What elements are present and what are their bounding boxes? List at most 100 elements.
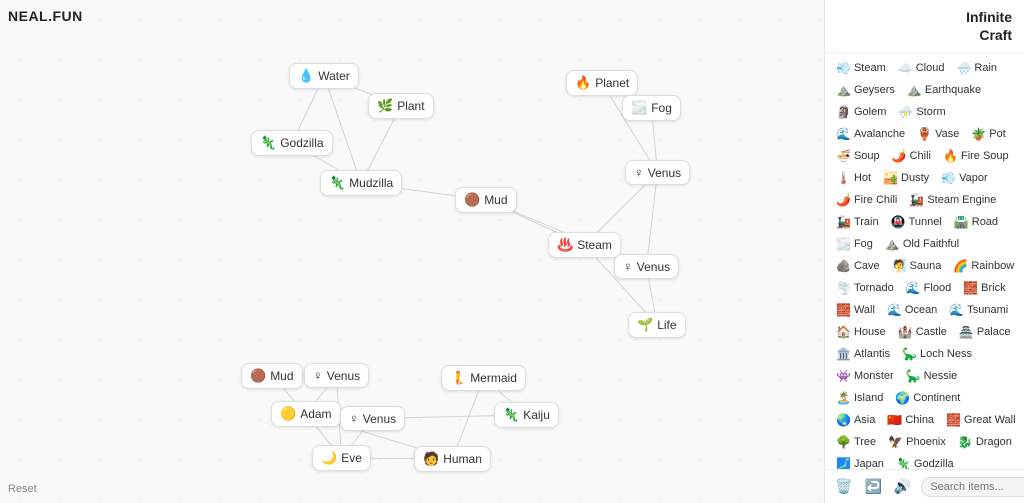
sidebar-row: 🌏Asia🇨🇳China🧱Great Wall: [825, 409, 1024, 431]
undo-button[interactable]: ↩️: [862, 476, 883, 497]
sidebar-item-godzilla[interactable]: 🦎Godzilla: [891, 455, 959, 469]
sidebar-item-golem[interactable]: 🗿Golem: [831, 103, 891, 121]
sidebar-item-ocean[interactable]: 🌊Ocean: [882, 301, 942, 319]
sidebar-item-palace[interactable]: 🏯Palace: [954, 323, 1016, 341]
sidebar-item-dragon[interactable]: 🐉Dragon: [953, 433, 1017, 451]
node-mud[interactable]: 🟤Mud: [455, 187, 517, 213]
node-human[interactable]: 🧑Human: [414, 446, 491, 472]
node-mudzilla[interactable]: 🦎Mudzilla: [320, 170, 402, 196]
node-mud2[interactable]: 🟤Mud: [241, 363, 303, 389]
sidebar-row: 🍜Soup🌶️Chili🔥Fire Soup: [825, 145, 1024, 167]
sidebar-item-geysers[interactable]: ⛰️Geysers: [831, 81, 900, 99]
sidebar-item-road[interactable]: 🛣️Road: [949, 213, 1003, 231]
canvas-area[interactable]: NEAL.FUN Reset 💧Water 🌿Plant 🦎Godzilla 🔥Pla…: [0, 0, 824, 503]
sidebar-item-fire-soup[interactable]: 🔥Fire Soup: [938, 147, 1014, 165]
sidebar-item-vapor[interactable]: 💨Vapor: [936, 169, 993, 187]
sidebar-row: 🌳Tree🦅Phoenix🐉Dragon: [825, 431, 1024, 453]
sidebar-row: 🌊Avalanche🏺Vase🪴Pot: [825, 123, 1024, 145]
sidebar-row: 🏛️Atlantis🦕Loch Ness: [825, 343, 1024, 365]
sidebar-item-fog[interactable]: 🌫️Fog: [831, 235, 878, 253]
node-fog[interactable]: 🌫️Fog: [622, 95, 681, 121]
sidebar-item-tunnel[interactable]: 🚇Tunnel: [886, 213, 947, 231]
sidebar-item-wall[interactable]: 🧱Wall: [831, 301, 880, 319]
sidebar-row: 🗾Japan🦎Godzilla: [825, 453, 1024, 469]
reset-button[interactable]: Reset: [8, 483, 37, 495]
sidebar-item-great-wall[interactable]: 🧱Great Wall: [941, 411, 1021, 429]
sidebar-item-avalanche[interactable]: 🌊Avalanche: [831, 125, 910, 143]
sidebar-row: 🧱Wall🌊Ocean🌊Tsunami: [825, 299, 1024, 321]
sidebar-item-rain[interactable]: 🌧️Rain: [951, 59, 1002, 77]
sidebar-item-monster[interactable]: 👾Monster: [831, 367, 899, 385]
node-planet[interactable]: 🔥Planet: [566, 70, 638, 96]
node-venus2[interactable]: ♀Venus: [614, 254, 679, 279]
sidebar-item-continent[interactable]: 🌍Continent: [890, 389, 965, 407]
sidebar-item-cloud[interactable]: ☁️Cloud: [893, 59, 950, 77]
sidebar-item-tornado[interactable]: 🌪️Tornado: [831, 279, 899, 297]
sidebar-item-train[interactable]: 🚂Train: [831, 213, 884, 231]
node-venus[interactable]: ♀Venus: [625, 160, 690, 185]
node-water[interactable]: 💧Water: [289, 63, 359, 89]
sidebar-footer: 🗑️ ↩️ 🔊: [825, 469, 1024, 503]
sidebar-item-steam-engine[interactable]: 🚂Steam Engine: [904, 191, 1001, 209]
sidebar-item-soup[interactable]: 🍜Soup: [831, 147, 885, 165]
sidebar-item-phoenix[interactable]: 🦅Phoenix: [883, 433, 951, 451]
sidebar-item-nessie[interactable]: 🦕Nessie: [901, 367, 963, 385]
sidebar-item-house[interactable]: 🏠House: [831, 323, 891, 341]
sidebar-row: 🪨Cave🧖Sauna🌈Rainbow: [825, 255, 1024, 277]
sidebar-item-flood[interactable]: 🌊Flood: [901, 279, 956, 297]
sidebar-row: 🗿Golem⛈️Storm: [825, 101, 1024, 123]
sidebar-item-castle[interactable]: 🏰Castle: [893, 323, 952, 341]
sidebar-item-asia[interactable]: 🌏Asia: [831, 411, 880, 429]
delete-button[interactable]: 🗑️: [833, 476, 854, 497]
node-eve[interactable]: 🌙Eve: [312, 445, 371, 471]
sidebar-item-china[interactable]: 🇨🇳China: [882, 411, 939, 429]
node-venus4[interactable]: ♀Venus: [340, 406, 405, 431]
sidebar-item-japan[interactable]: 🗾Japan: [831, 455, 889, 469]
node-plant[interactable]: 🌿Plant: [368, 93, 434, 119]
sidebar-row: 🌶️Fire Chili🚂Steam Engine: [825, 189, 1024, 211]
sidebar-item-dusty[interactable]: 🏜️Dusty: [878, 169, 934, 187]
sidebar-item-brick[interactable]: 🧱Brick: [958, 279, 1010, 297]
brand: Infinite Craft: [837, 8, 1012, 44]
sidebar-item-atlantis[interactable]: 🏛️Atlantis: [831, 345, 895, 363]
sidebar-row: 🏠House🏰Castle🏯Palace: [825, 321, 1024, 343]
sidebar-row: 💨Steam☁️Cloud🌧️Rain: [825, 57, 1024, 79]
sidebar-item-earthquake[interactable]: ⛰️Earthquake: [902, 81, 986, 99]
sidebar-item-hot[interactable]: 🌡️Hot: [831, 169, 876, 187]
node-adam[interactable]: 🟡Adam: [271, 401, 341, 427]
sidebar-item-fire-chili[interactable]: 🌶️Fire Chili: [831, 191, 902, 209]
node-life[interactable]: 🌱Life: [628, 312, 686, 338]
sidebar-item-sauna[interactable]: 🧖Sauna: [887, 257, 947, 275]
sidebar-row: 👾Monster🦕Nessie: [825, 365, 1024, 387]
sidebar-item-chili[interactable]: 🌶️Chili: [887, 147, 936, 165]
sidebar-header: Infinite Craft: [825, 0, 1024, 53]
node-venus3[interactable]: ♀Venus: [304, 363, 369, 388]
node-mermaid[interactable]: 🧜Mermaid: [441, 365, 526, 391]
sidebar-row: 🚂Train🚇Tunnel🛣️Road: [825, 211, 1024, 233]
sidebar-item-island[interactable]: 🏝️Island: [831, 389, 888, 407]
sidebar-item-vase[interactable]: 🏺Vase: [912, 125, 964, 143]
sidebar-item-tsunami[interactable]: 🌊Tsunami: [944, 301, 1013, 319]
sidebar-item-tree[interactable]: 🌳Tree: [831, 433, 881, 451]
sidebar-row: 🌡️Hot🏜️Dusty💨Vapor: [825, 167, 1024, 189]
sidebar-row: 🌪️Tornado🌊Flood🧱Brick: [825, 277, 1024, 299]
sidebar: Infinite Craft 💨Steam☁️Cloud🌧️Rain⛰️Geys…: [824, 0, 1024, 503]
sidebar-item-pot[interactable]: 🪴Pot: [966, 125, 1010, 143]
logo: NEAL.FUN: [8, 8, 83, 24]
connections-svg: [0, 0, 824, 503]
sidebar-row: 🏝️Island🌍Continent: [825, 387, 1024, 409]
sidebar-item-old-faithful[interactable]: ⛰️Old Faithful: [880, 235, 964, 253]
sidebar-row: 🌫️Fog⛰️Old Faithful: [825, 233, 1024, 255]
sidebar-item-steam[interactable]: 💨Steam: [831, 59, 891, 77]
node-kaiju[interactable]: 🦎Kaiju: [494, 402, 559, 428]
sidebar-item-loch-ness[interactable]: 🦕Loch Ness: [897, 345, 977, 363]
sidebar-row: ⛰️Geysers⛰️Earthquake: [825, 79, 1024, 101]
sidebar-item-cave[interactable]: 🪨Cave: [831, 257, 885, 275]
node-steam[interactable]: ♨️Steam: [548, 232, 621, 258]
node-godzilla[interactable]: 🦎Godzilla: [251, 130, 333, 156]
sidebar-item-storm[interactable]: ⛈️Storm: [893, 103, 950, 121]
search-input[interactable]: [921, 477, 1024, 497]
sidebar-item-rainbow[interactable]: 🌈Rainbow: [948, 257, 1019, 275]
sound-button[interactable]: 🔊: [892, 476, 913, 497]
sidebar-items[interactable]: 💨Steam☁️Cloud🌧️Rain⛰️Geysers⛰️Earthquake…: [825, 53, 1024, 469]
